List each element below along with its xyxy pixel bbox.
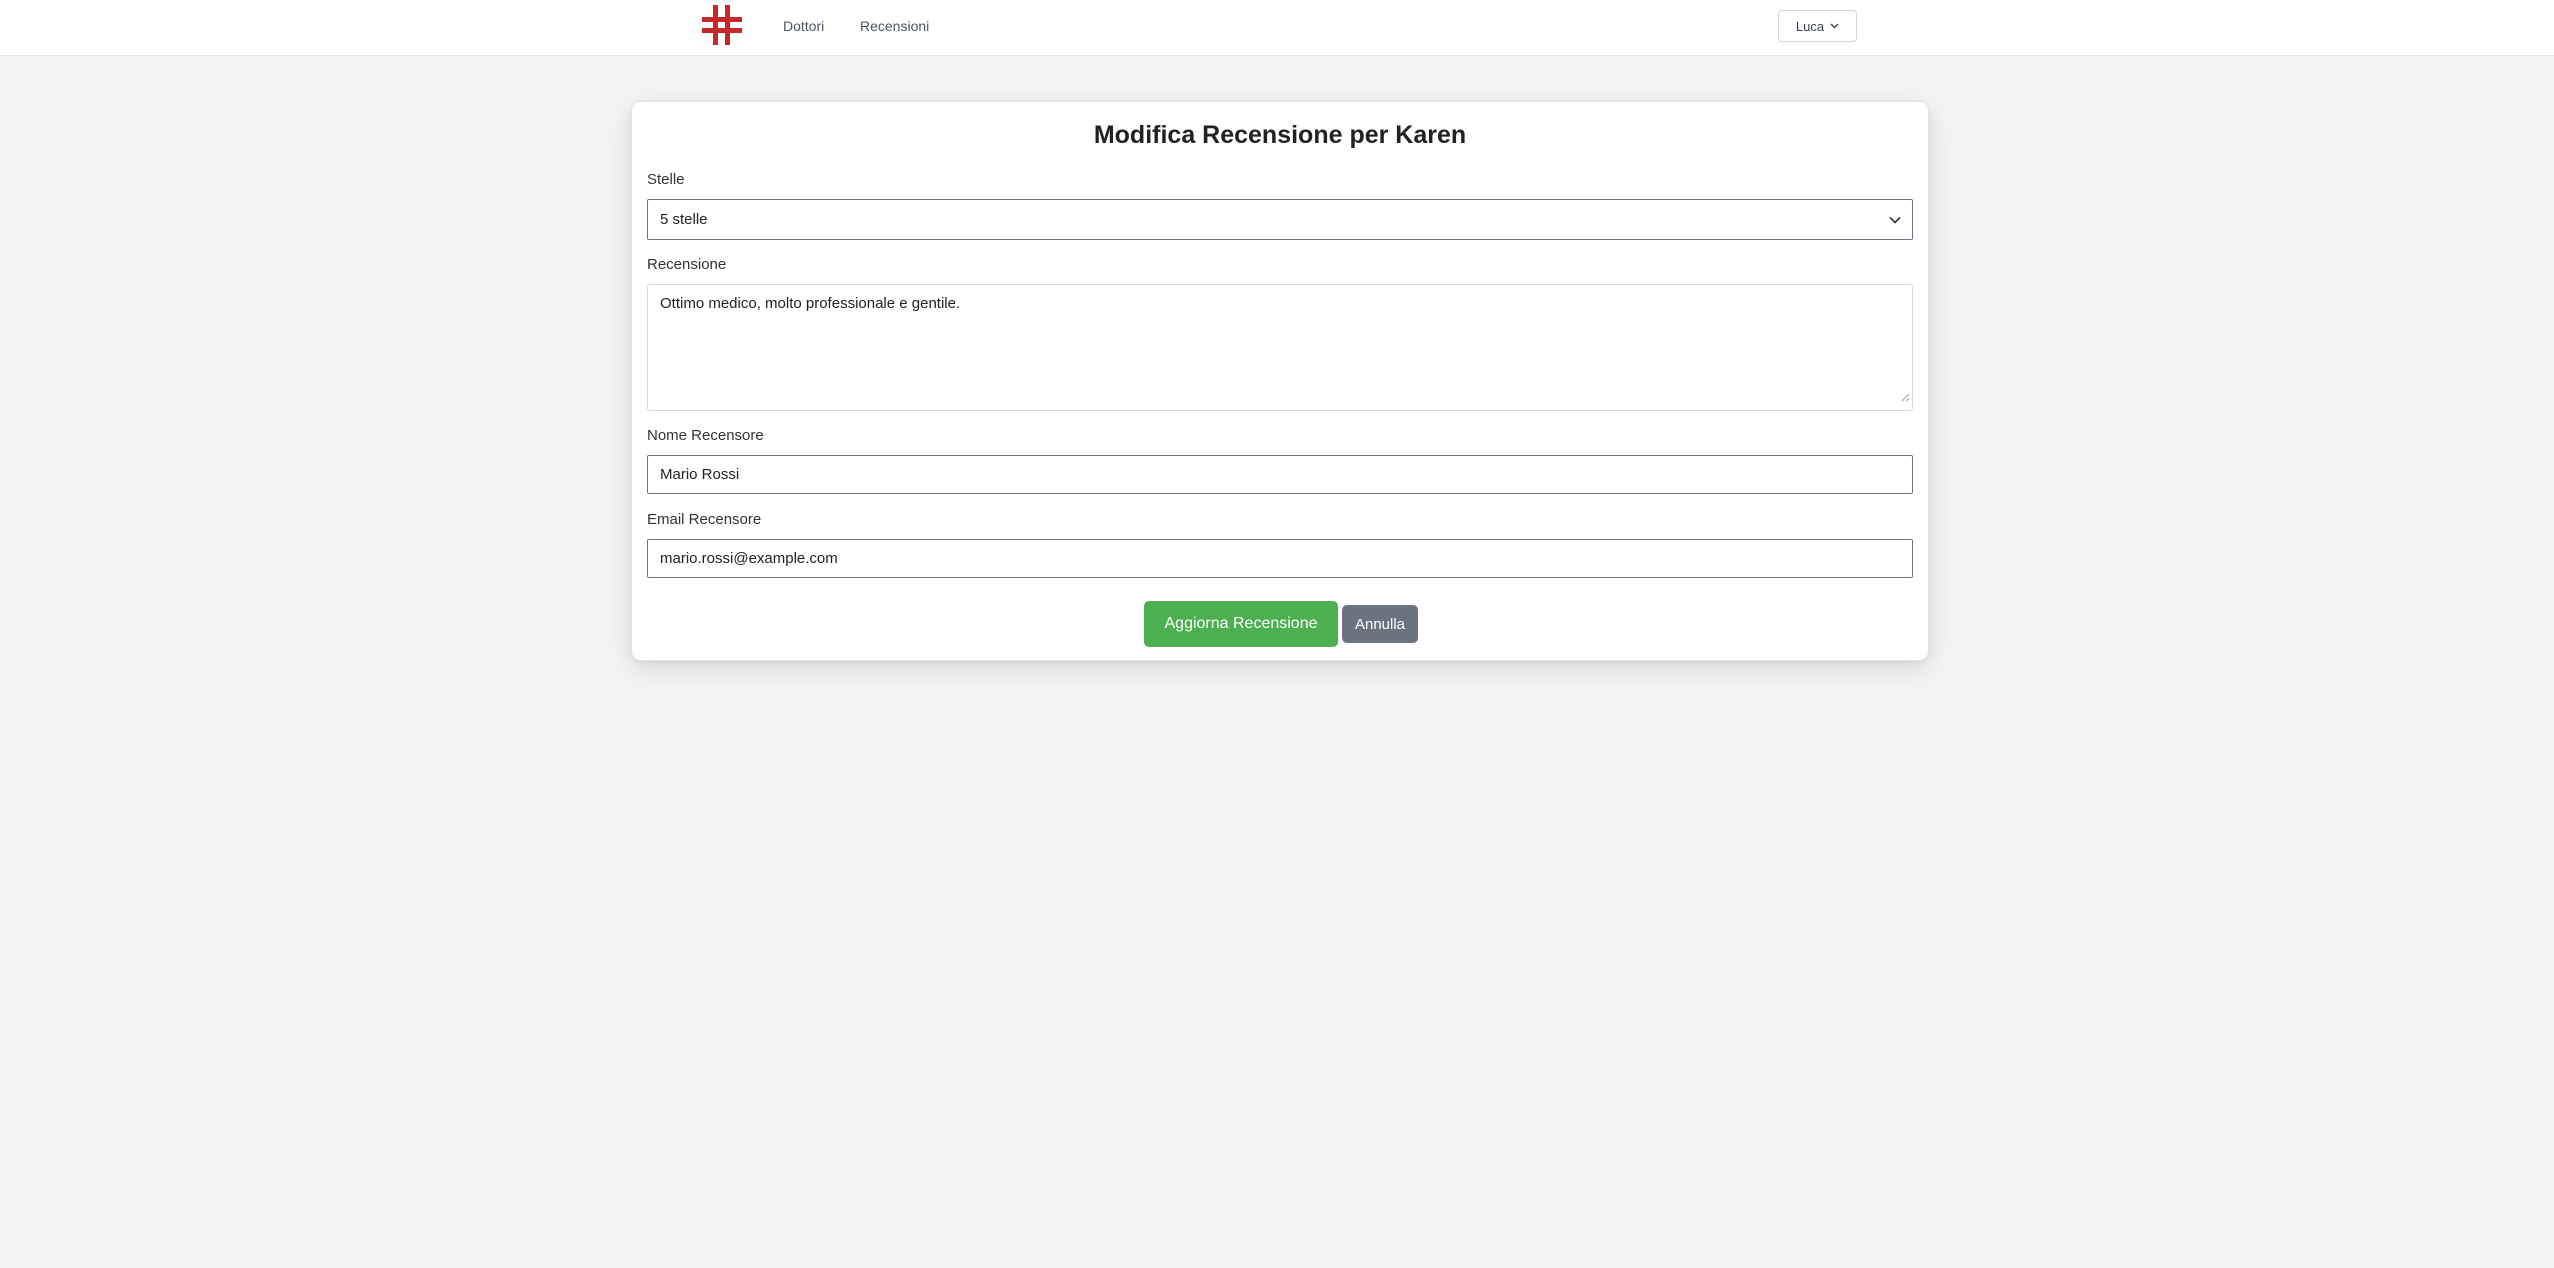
annulla-button[interactable]: Annulla: [1342, 605, 1418, 643]
email-recensore-label: Email Recensore: [647, 511, 762, 528]
user-name: Luca: [1795, 18, 1825, 34]
email-recensore-value: mario.rossi@example.com: [660, 550, 838, 567]
red-cross-logo-icon[interactable]: [702, 5, 742, 45]
stelle-selected-value: 5 stelle: [660, 211, 708, 228]
recensione-text: Ottimo medico, molto professionale e gen…: [660, 295, 961, 312]
top-navbar: Dottori Recensioni Luca: [0, 0, 2554, 56]
chevron-down-icon: [1830, 23, 1839, 29]
nome-recensore-input[interactable]: Mario Rossi: [647, 455, 1913, 494]
user-menu-button[interactable]: Luca: [1778, 10, 1857, 42]
stelle-select[interactable]: 5 stelle: [647, 199, 1913, 240]
edit-review-card: Modifica Recensione per Karen Stelle 5 s…: [631, 101, 1929, 661]
nome-recensore-value: Mario Rossi: [660, 466, 740, 483]
recensione-label: Recensione: [647, 256, 727, 273]
aggiorna-recensione-button[interactable]: Aggiorna Recensione: [1144, 601, 1338, 647]
resize-grip-icon[interactable]: [1901, 388, 1910, 408]
page-title: Modifica Recensione per Karen: [1093, 121, 1467, 149]
email-recensore-input[interactable]: mario.rossi@example.com: [647, 539, 1913, 578]
recensione-textarea[interactable]: Ottimo medico, molto professionale e gen…: [647, 284, 1913, 411]
chevron-down-icon: [1888, 213, 1902, 231]
nav-link-recensioni[interactable]: Recensioni: [860, 18, 929, 34]
nav-link-dottori[interactable]: Dottori: [783, 18, 824, 34]
nome-recensore-label: Nome Recensore: [647, 427, 764, 444]
stelle-label: Stelle: [647, 171, 685, 188]
